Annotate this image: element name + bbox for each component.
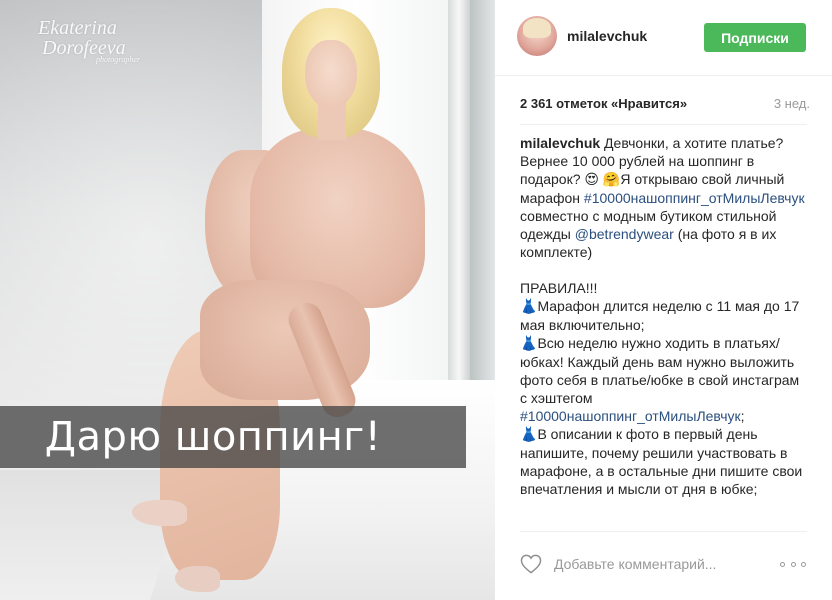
dress-emoji-icon: 👗 bbox=[520, 336, 538, 352]
username-link[interactable]: milalevchuk bbox=[567, 28, 647, 44]
heart-icon[interactable] bbox=[520, 554, 542, 574]
comment-input[interactable] bbox=[554, 553, 754, 575]
rule-item: 👗Марафон длится неделю с 11 мая до 17 ма… bbox=[520, 297, 810, 334]
photo-shoe bbox=[175, 566, 220, 592]
hugging-emoji-icon: 🤗 bbox=[602, 172, 621, 188]
divider bbox=[520, 531, 807, 532]
comment-bar bbox=[520, 550, 810, 580]
photographer-watermark: Ekaterina Dorofeeva photographer bbox=[38, 18, 140, 64]
more-icon[interactable] bbox=[780, 560, 806, 568]
mention-link[interactable]: @betrendywear bbox=[575, 226, 674, 242]
hashtag-link[interactable]: #10000нашоппинг_отМилыЛевчук bbox=[584, 190, 805, 206]
rule-text: ; bbox=[740, 408, 745, 424]
more-dot bbox=[790, 561, 796, 567]
caption-author-link[interactable]: milalevchuk bbox=[520, 135, 600, 151]
photo-face bbox=[305, 40, 357, 108]
follow-button[interactable]: Подписки bbox=[704, 23, 806, 52]
divider bbox=[520, 124, 807, 125]
rules-title: ПРАВИЛА!!! bbox=[520, 280, 598, 296]
post-stats: 2 361 отметок «Нравится» 3 нед. bbox=[520, 96, 810, 116]
rule-text: В описании к фото в первый день напишите… bbox=[520, 426, 803, 497]
more-dot bbox=[780, 561, 785, 567]
photo-shoe bbox=[132, 500, 187, 526]
heart-eyes-emoji-icon: 😍 bbox=[584, 172, 599, 188]
avatar[interactable] bbox=[517, 16, 557, 56]
rule-text: Марафон длится неделю с 11 мая до 17 мая… bbox=[520, 298, 800, 333]
post-caption: milalevchuk Девчонки, а хотите платье? В… bbox=[520, 134, 810, 527]
banner-text: Дарю шоппинг! bbox=[44, 414, 382, 460]
post-header: milalevchuk Подписки bbox=[495, 0, 832, 76]
post-photo: Ekaterina Dorofeeva photographer Дарю шо… bbox=[0, 0, 495, 600]
rule-item: 👗Всю неделю нужно ходить в платьях/юбках… bbox=[520, 334, 810, 425]
photo-banner: Дарю шоппинг! bbox=[0, 406, 466, 468]
caption-paragraph: milalevchuk Девчонки, а хотите платье? В… bbox=[520, 134, 810, 261]
dress-emoji-icon: 👗 bbox=[520, 427, 538, 443]
hashtag-link[interactable]: #10000нашоппинг_отМилыЛевчук bbox=[520, 408, 741, 424]
rule-text: Всю неделю нужно ходить в платьях/юбках!… bbox=[520, 335, 800, 406]
rule-item: 👗В описании к фото в первый день напишит… bbox=[520, 425, 810, 498]
dress-emoji-icon: 👗 bbox=[520, 299, 538, 315]
post-side-panel: milalevchuk Подписки 2 361 отметок «Нрав… bbox=[495, 0, 832, 600]
photo-woman bbox=[0, 0, 495, 600]
post-age[interactable]: 3 нед. bbox=[774, 96, 810, 111]
watermark-line: Ekaterina bbox=[38, 17, 117, 39]
likes-count[interactable]: 2 361 отметок «Нравится» bbox=[520, 96, 687, 111]
caption-gap bbox=[520, 261, 810, 279]
more-dot bbox=[801, 561, 806, 567]
